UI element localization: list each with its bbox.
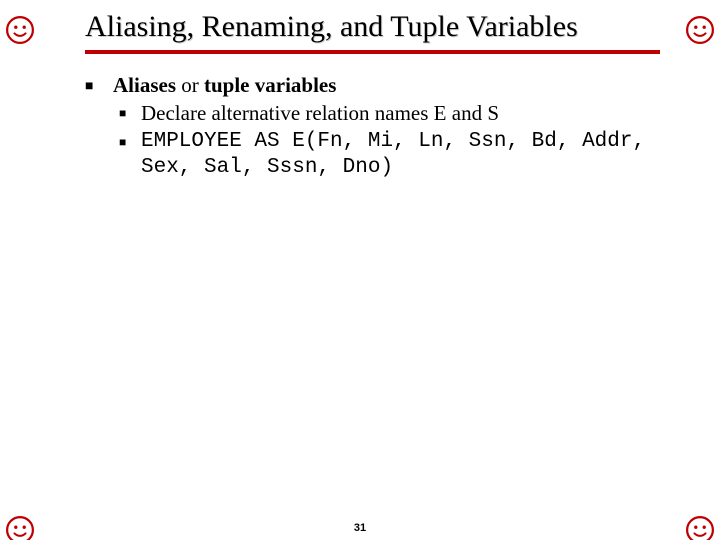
list-item: ■ Declare alternative relation names E a… [113, 100, 660, 126]
bullet-icon: ■ [85, 72, 113, 181]
slide-content: ■ Aliases or tuple variables ■ Declare a… [85, 72, 660, 181]
text-bold: tuple variables [204, 73, 336, 97]
title-block: Aliasing, Renaming, and Tuple Variables [85, 10, 660, 54]
bullet-icon: ■ [113, 129, 141, 182]
slide-title: Aliasing, Renaming, and Tuple Variables [85, 10, 660, 44]
item-heading: Aliases or tuple variables [113, 72, 660, 98]
page-number: 31 [0, 522, 720, 534]
subitem-code: EMPLOYEE AS E(Fn, Mi, Ln, Ssn, Bd, Addr,… [141, 129, 660, 182]
corner-icon-top-right [686, 16, 714, 44]
text-bold: Aliases [113, 73, 176, 97]
title-underline [85, 50, 660, 54]
list-item: ■ Aliases or tuple variables ■ Declare a… [85, 72, 660, 181]
subitem-text: Declare alternative relation names E and… [141, 100, 660, 126]
text: or [176, 73, 204, 97]
bullet-icon: ■ [113, 100, 141, 126]
list-item: ■ EMPLOYEE AS E(Fn, Mi, Ln, Ssn, Bd, Add… [113, 129, 660, 182]
corner-icon-top-left [6, 16, 34, 44]
